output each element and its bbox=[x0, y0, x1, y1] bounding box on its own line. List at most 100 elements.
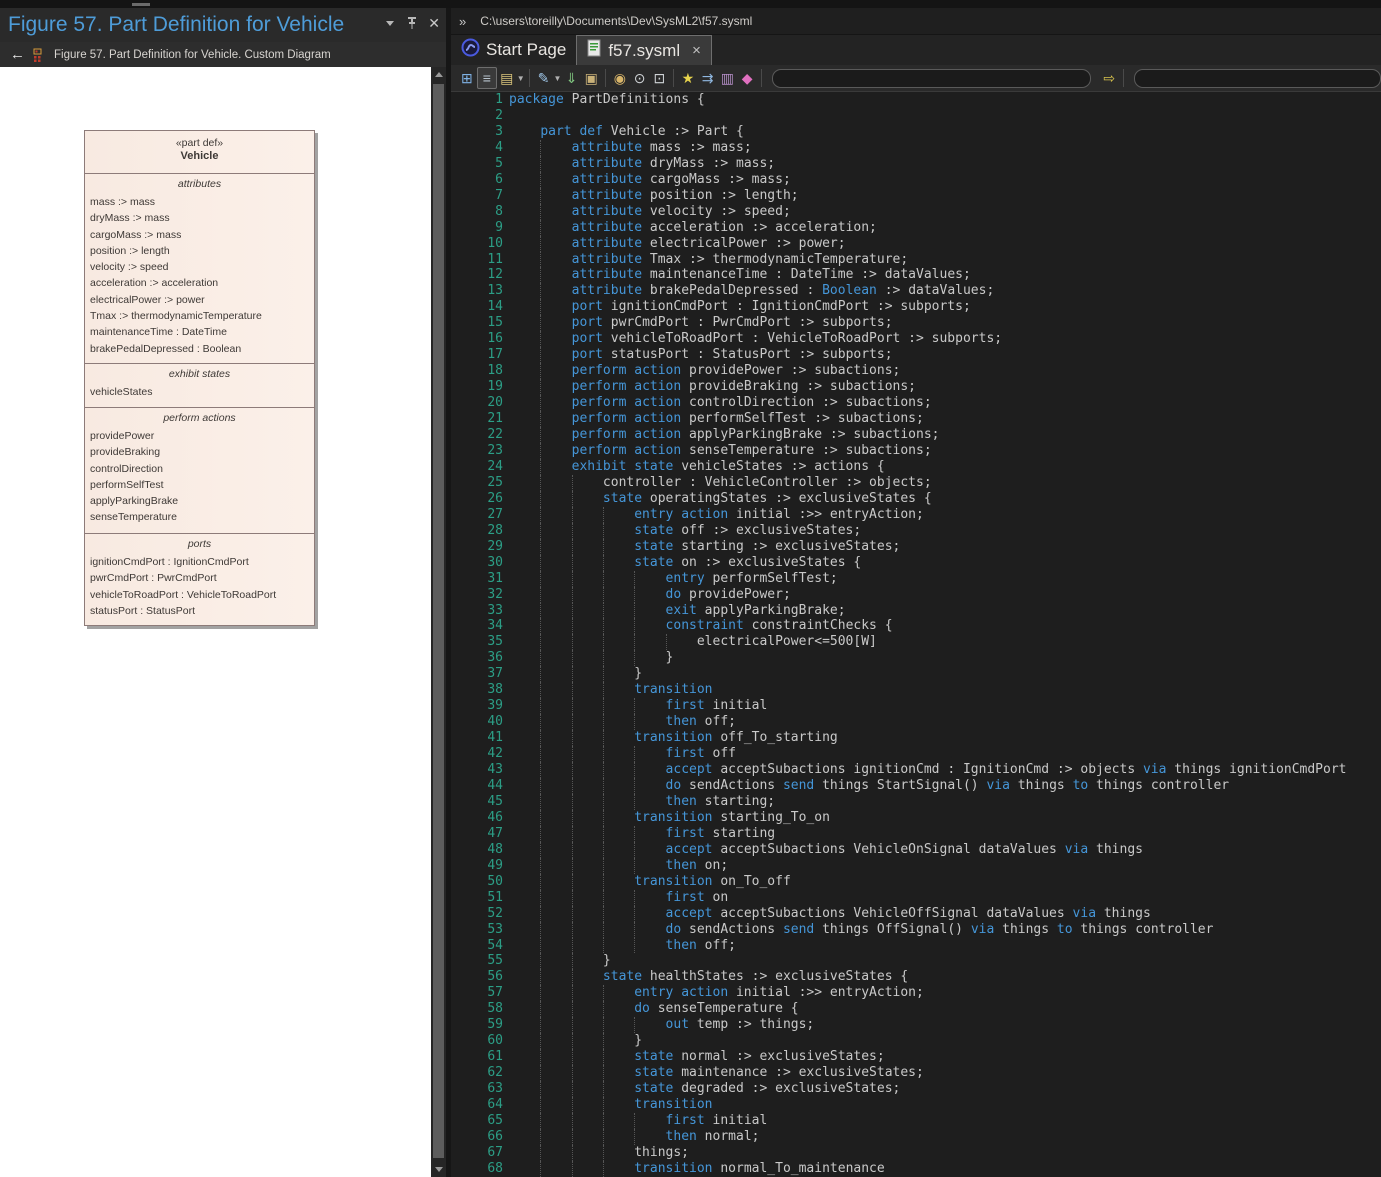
chevrons-icon[interactable]: » bbox=[459, 14, 466, 29]
code-line[interactable]: 11 attribute Tmax :> thermodynamicTemper… bbox=[451, 252, 1381, 268]
part-def-box[interactable]: «part def» Vehicle attributesmass :> mas… bbox=[84, 130, 315, 626]
find-in-files-icon[interactable]: ◉ bbox=[610, 67, 630, 89]
generate-document-icon[interactable]: ◆ bbox=[737, 67, 757, 89]
code-line[interactable]: 36 } bbox=[451, 650, 1381, 666]
auto-indent-icon[interactable]: ⇉ bbox=[698, 67, 718, 89]
code-line[interactable]: 16 port vehicleToRoadPort : VehicleToRoa… bbox=[451, 331, 1381, 347]
code-line[interactable]: 27 entry action initial :>> entryAction; bbox=[451, 507, 1381, 523]
toolbar-search-input[interactable] bbox=[772, 69, 1092, 88]
code-line[interactable]: 63 state degraded :> exclusiveStates; bbox=[451, 1081, 1381, 1097]
code-line[interactable]: 66 then normal; bbox=[451, 1129, 1381, 1145]
close-tab-icon[interactable]: × bbox=[692, 42, 701, 59]
code-line[interactable]: 26 state operatingStates :> exclusiveSta… bbox=[451, 491, 1381, 507]
code-line[interactable]: 31 entry performSelfTest; bbox=[451, 571, 1381, 587]
code-line[interactable]: 35 electricalPower<=500[W] bbox=[451, 634, 1381, 650]
code-line[interactable]: 65 first initial bbox=[451, 1113, 1381, 1129]
code-line[interactable]: 37 } bbox=[451, 666, 1381, 682]
template-document-icon[interactable]: ▣ bbox=[581, 67, 601, 89]
search-text-icon[interactable]: ⊙ bbox=[630, 67, 650, 89]
code-line[interactable]: 5 attribute dryMass :> mass; bbox=[451, 156, 1381, 172]
code-line[interactable]: 2 bbox=[451, 108, 1381, 124]
code-line[interactable]: 13 attribute brakePedalDepressed : Boole… bbox=[451, 283, 1381, 299]
code-line[interactable]: 67 things; bbox=[451, 1145, 1381, 1161]
code-line[interactable]: 30 state on :> exclusiveStates { bbox=[451, 555, 1381, 571]
code-line[interactable]: 54 then off; bbox=[451, 938, 1381, 954]
code-line[interactable]: 45 then starting; bbox=[451, 794, 1381, 810]
code-line[interactable]: 57 entry action initial :>> entryAction; bbox=[451, 985, 1381, 1001]
code-line[interactable]: 55 } bbox=[451, 953, 1381, 969]
code-line[interactable]: 19 perform action provideBraking :> suba… bbox=[451, 379, 1381, 395]
code-line[interactable]: 50 transition on_To_off bbox=[451, 874, 1381, 890]
edit-source-icon[interactable]: ✎ bbox=[534, 67, 554, 89]
scrollbar-thumb[interactable] bbox=[433, 84, 444, 1158]
code-line[interactable]: 44 do sendActions send things StartSigna… bbox=[451, 778, 1381, 794]
code-line[interactable]: 61 state normal :> exclusiveStates; bbox=[451, 1049, 1381, 1065]
code-line[interactable]: 12 attribute maintenanceTime : DateTime … bbox=[451, 267, 1381, 283]
pin-icon[interactable] bbox=[406, 16, 418, 30]
code-line[interactable]: 33 exit applyParkingBrake; bbox=[451, 603, 1381, 619]
code-line[interactable]: 60 } bbox=[451, 1033, 1381, 1049]
back-arrow-icon[interactable]: ← bbox=[10, 47, 25, 62]
code-line[interactable]: 29 state starting :> exclusiveStates; bbox=[451, 539, 1381, 555]
code-line[interactable]: 43 accept acceptSubactions ignitionCmd :… bbox=[451, 762, 1381, 778]
tab-start-page[interactable]: Start Page bbox=[451, 35, 576, 65]
scroll-up-arrow[interactable] bbox=[431, 67, 446, 82]
code-line[interactable]: 56 state healthStates :> exclusiveStates… bbox=[451, 969, 1381, 985]
open-folder-icon-dropdown[interactable]: ▼ bbox=[517, 74, 525, 83]
code-line[interactable]: 10 attribute electricalPower :> power; bbox=[451, 236, 1381, 252]
code-line[interactable]: 38 transition bbox=[451, 682, 1381, 698]
import-document-icon[interactable]: ⇓ bbox=[562, 67, 582, 89]
close-panel-icon[interactable]: ✕ bbox=[428, 16, 440, 30]
code-line[interactable]: 8 attribute velocity :> speed; bbox=[451, 204, 1381, 220]
diagram-vertical-scrollbar[interactable] bbox=[431, 67, 446, 1177]
code-line[interactable]: 32 do providePower; bbox=[451, 587, 1381, 603]
code-line[interactable]: 52 accept acceptSubactions VehicleOffSig… bbox=[451, 906, 1381, 922]
numbered-list-icon[interactable]: ≡ bbox=[477, 67, 497, 89]
code-line[interactable]: 39 first initial bbox=[451, 698, 1381, 714]
code-line[interactable]: 3 part def Vehicle :> Part { bbox=[451, 124, 1381, 140]
code-line[interactable]: 20 perform action controlDirection :> su… bbox=[451, 395, 1381, 411]
diagram-canvas[interactable]: «part def» Vehicle attributesmass :> mas… bbox=[0, 67, 431, 1177]
code-line[interactable]: 24 exhibit state vehicleStates :> action… bbox=[451, 459, 1381, 475]
code-line[interactable]: 48 accept acceptSubactions VehicleOnSign… bbox=[451, 842, 1381, 858]
configure-document-icon[interactable]: ▥ bbox=[718, 67, 738, 89]
code-line[interactable]: 59 out temp :> things; bbox=[451, 1017, 1381, 1033]
code-line[interactable]: 62 state maintenance :> exclusiveStates; bbox=[451, 1065, 1381, 1081]
open-folder-icon[interactable]: ▤ bbox=[497, 67, 517, 89]
toolbar-secondary-input[interactable] bbox=[1134, 69, 1381, 88]
edit-source-icon-dropdown[interactable]: ▼ bbox=[553, 74, 561, 83]
code-line[interactable]: 1package PartDefinitions { bbox=[451, 92, 1381, 108]
code-line[interactable]: 47 first starting bbox=[451, 826, 1381, 842]
panel-dropdown-icon[interactable] bbox=[384, 17, 396, 29]
code-line[interactable]: 46 transition starting_To_on bbox=[451, 810, 1381, 826]
code-line[interactable]: 68 transition normal_To_maintenance bbox=[451, 1161, 1381, 1177]
code-line[interactable]: 23 perform action senseTemperature :> su… bbox=[451, 443, 1381, 459]
code-line[interactable]: 49 then on; bbox=[451, 858, 1381, 874]
code-line[interactable]: 6 attribute cargoMass :> mass; bbox=[451, 172, 1381, 188]
code-line[interactable]: 17 port statusPort : StatusPort :> subpo… bbox=[451, 347, 1381, 363]
code-line[interactable]: 22 perform action applyParkingBrake :> s… bbox=[451, 427, 1381, 443]
search-results-icon[interactable]: ⊡ bbox=[649, 67, 669, 89]
goto-line-icon[interactable]: ⇨ bbox=[1099, 67, 1119, 89]
code-line[interactable]: 64 transition bbox=[451, 1097, 1381, 1113]
code-line[interactable]: 58 do senseTemperature { bbox=[451, 1001, 1381, 1017]
tab-f57-sysml[interactable]: f57.sysml× bbox=[576, 35, 712, 65]
code-line[interactable]: 28 state off :> exclusiveStates; bbox=[451, 523, 1381, 539]
code-line[interactable]: 21 perform action performSelfTest :> sub… bbox=[451, 411, 1381, 427]
code-line[interactable]: 34 constraint constraintChecks { bbox=[451, 618, 1381, 634]
code-line[interactable]: 40 then off; bbox=[451, 714, 1381, 730]
code-line[interactable]: 14 port ignitionCmdPort : IgnitionCmdPor… bbox=[451, 299, 1381, 315]
code-line[interactable]: 42 first off bbox=[451, 746, 1381, 762]
code-line[interactable]: 51 first on bbox=[451, 890, 1381, 906]
code-line[interactable]: 15 port pwrCmdPort : PwrCmdPort :> subpo… bbox=[451, 315, 1381, 331]
code-line[interactable]: 53 do sendActions send things OffSignal(… bbox=[451, 922, 1381, 938]
scroll-down-arrow[interactable] bbox=[431, 1162, 446, 1177]
code-line[interactable]: 7 attribute position :> length; bbox=[451, 188, 1381, 204]
model-structure-icon[interactable]: ⊞ bbox=[457, 67, 477, 89]
new-element-icon[interactable]: ★ bbox=[678, 67, 698, 89]
code-line[interactable]: 9 attribute acceleration :> acceleration… bbox=[451, 220, 1381, 236]
code-line[interactable]: 25 controller : VehicleController :> obj… bbox=[451, 475, 1381, 491]
code-editor[interactable]: 1package PartDefinitions {23 part def Ve… bbox=[451, 92, 1381, 1177]
code-line[interactable]: 41 transition off_To_starting bbox=[451, 730, 1381, 746]
code-line[interactable]: 4 attribute mass :> mass; bbox=[451, 140, 1381, 156]
